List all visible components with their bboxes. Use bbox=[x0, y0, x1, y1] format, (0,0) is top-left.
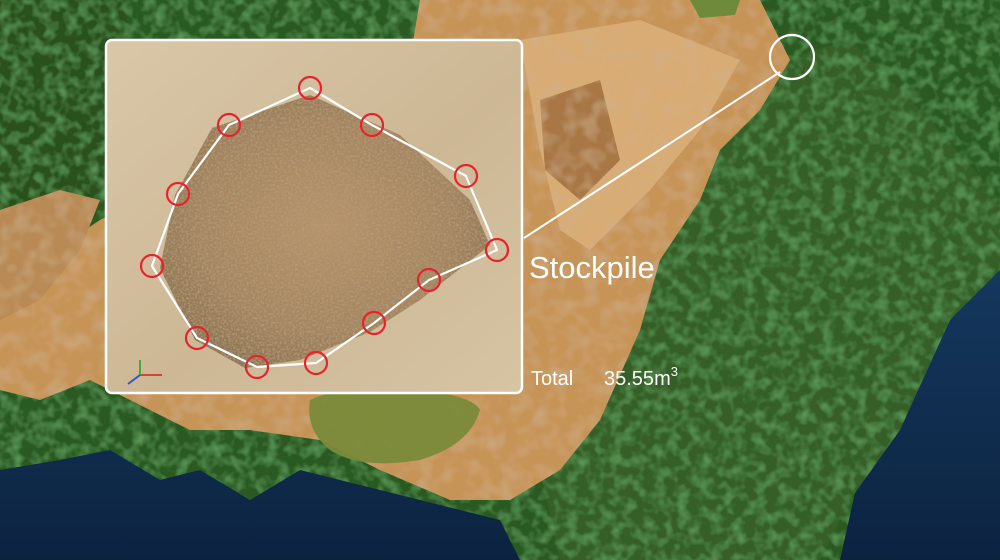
stockpile-inset[interactable] bbox=[104, 38, 524, 395]
total-volume: 35.55m3 bbox=[604, 364, 678, 390]
total-label: Total bbox=[531, 368, 573, 390]
volume-unit-exponent: 3 bbox=[671, 364, 678, 379]
stockpile-label: Stockpile bbox=[529, 250, 655, 285]
volume-value: 35.55 bbox=[604, 368, 654, 390]
aerial-map: Stockpile Total 35.55m3 bbox=[0, 0, 1000, 560]
stockpile-measurement-view: Stockpile Total 35.55m3 bbox=[0, 0, 1000, 560]
volume-unit: m bbox=[654, 368, 671, 390]
volume-readout: Total 35.55m3 bbox=[531, 364, 678, 390]
